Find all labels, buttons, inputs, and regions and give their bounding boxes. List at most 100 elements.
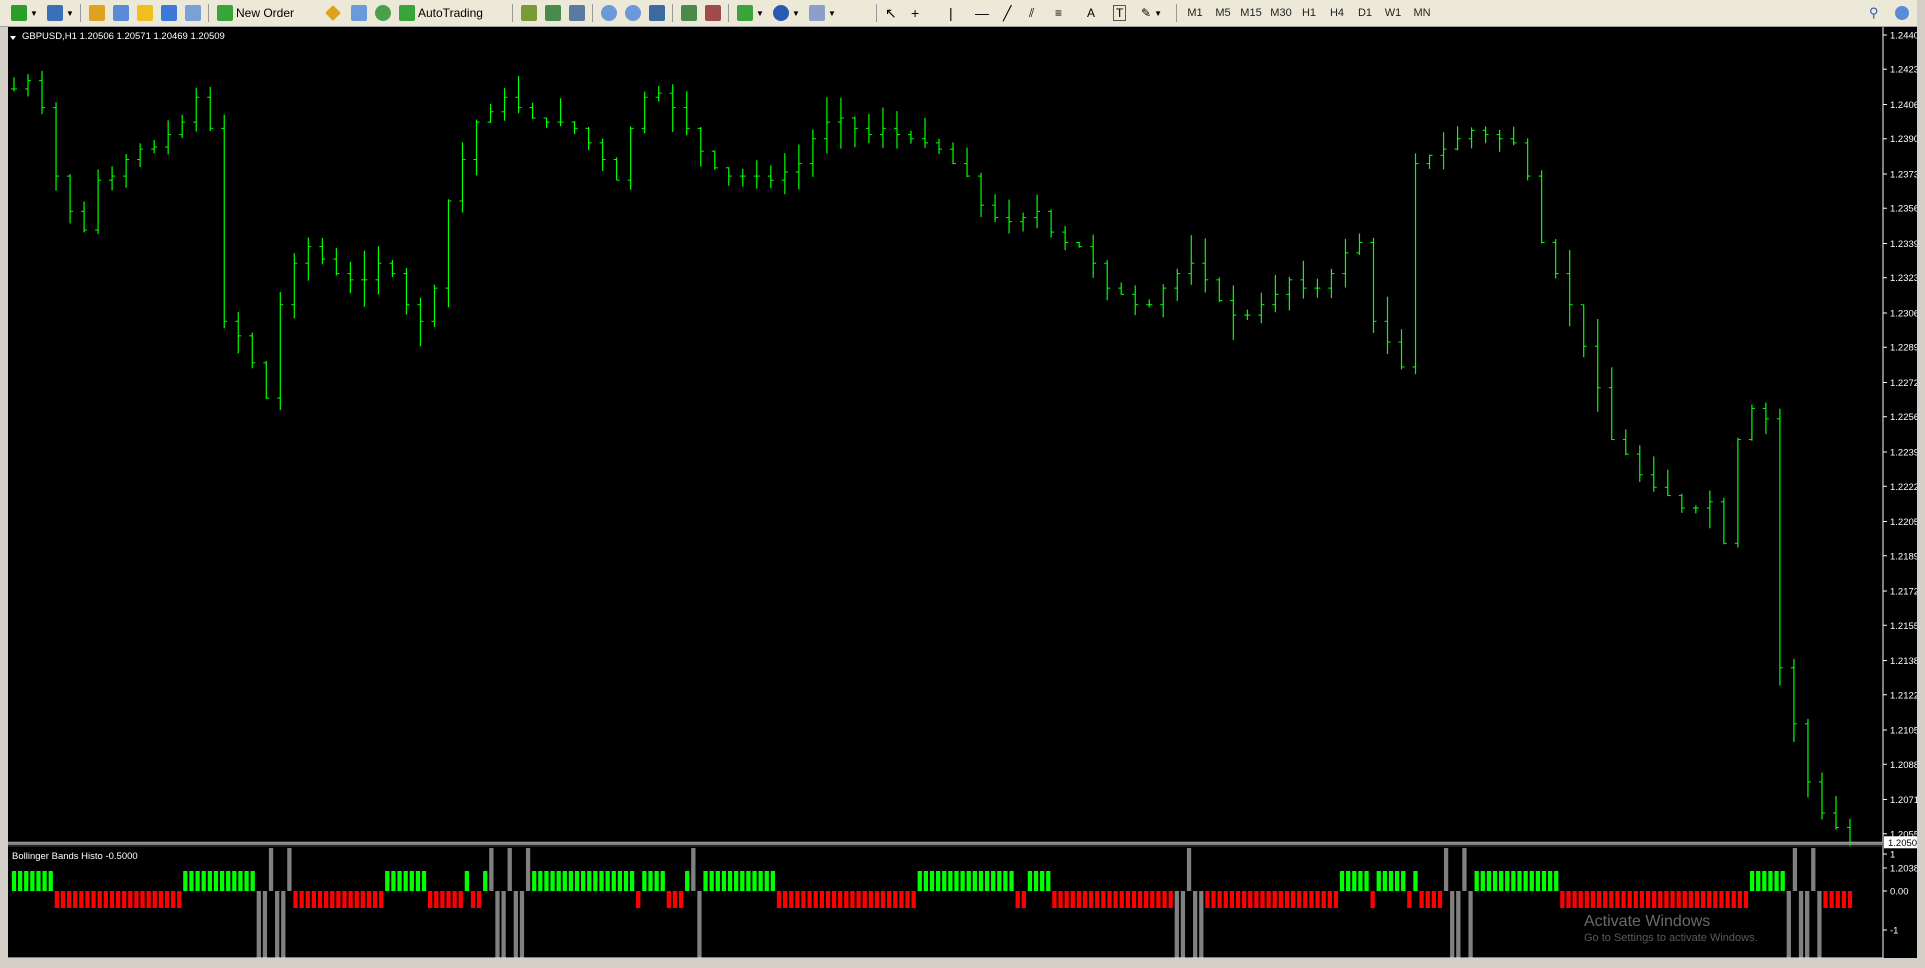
data-window-button[interactable] [110, 3, 132, 23]
histogram-bar-neutral [1805, 891, 1810, 958]
histogram-bar-down [85, 891, 90, 908]
histogram-bar-up [421, 871, 427, 891]
chart-shift-button[interactable] [678, 3, 700, 23]
histogram-bar-down [134, 891, 139, 908]
candlestick-button[interactable] [542, 3, 564, 23]
histogram-bar-down [440, 891, 445, 908]
histogram-bar-up [1554, 871, 1559, 891]
indicators-button[interactable]: ▼ [734, 3, 767, 23]
text-label-button[interactable]: T [1110, 3, 1129, 23]
templates-icon [809, 5, 825, 21]
timeframe-h4-button[interactable]: H4 [1326, 4, 1348, 22]
text-icon: A [1087, 6, 1096, 20]
timeframe-m5-button[interactable]: M5 [1212, 4, 1234, 22]
histogram-bar-up [617, 871, 623, 891]
histogram-bar-neutral [1174, 891, 1179, 958]
histogram-bar-up [997, 871, 1002, 891]
text-button[interactable]: A [1084, 3, 1098, 23]
histogram-bar-down [856, 891, 861, 908]
chart-window[interactable]: 1.24400 1.24235 1.24065 1.23900 1.23730 1.235… [8, 27, 1925, 968]
histogram-bar-down [1841, 891, 1847, 908]
auto-scroll-button[interactable] [702, 3, 724, 23]
histogram-bar-up [1358, 871, 1363, 891]
histogram-bar-up [409, 871, 414, 891]
timeframe-mn-button[interactable]: MN [1410, 4, 1434, 22]
autotrading-button[interactable]: AutoTrading [396, 3, 486, 23]
horizontal-line-button[interactable]: — [972, 3, 992, 23]
histogram-bar-up [201, 871, 206, 891]
timeframe-w1-button[interactable]: W1 [1382, 4, 1404, 22]
market-watch-button[interactable] [86, 3, 108, 23]
cursor-button[interactable]: ↖ [882, 3, 900, 23]
histogram-bar-down [1070, 891, 1075, 908]
timeframe-m30-button[interactable]: M30 [1268, 4, 1294, 22]
indicators-icon [737, 5, 753, 21]
clock-icon [773, 5, 789, 21]
histogram-bar-down [311, 891, 317, 908]
arrows-button[interactable]: ✎ ▼ [1138, 3, 1165, 23]
vertical-line-button[interactable]: | [946, 3, 956, 23]
histogram-bar-down [819, 891, 824, 908]
histogram-bar-up [17, 871, 23, 891]
histogram-bar-neutral [1186, 848, 1192, 891]
histogram-bar-down [887, 891, 892, 908]
histogram-bar-neutral [1798, 891, 1804, 958]
strategy-tester-button[interactable] [182, 3, 204, 23]
histogram-bar-up [1517, 871, 1522, 891]
histogram-bar-up [36, 871, 41, 891]
terminal-button[interactable] [158, 3, 180, 23]
line-chart-button[interactable] [566, 3, 588, 23]
market-button[interactable] [372, 3, 394, 23]
zoom-in-button[interactable] [598, 3, 620, 23]
histogram-bar-down [1021, 891, 1026, 908]
timeframe-h1-button[interactable]: H1 [1298, 4, 1320, 22]
histogram-bar-down [1829, 891, 1834, 908]
histogram-bar-up [960, 871, 965, 891]
signals-button[interactable] [348, 3, 370, 23]
histogram-bar-up [1499, 871, 1504, 891]
account-button[interactable] [1892, 3, 1912, 23]
new-order-button[interactable]: New Order [214, 3, 297, 23]
arrows-icon: ✎ [1141, 6, 1152, 20]
templates-button[interactable]: ▼ [806, 3, 839, 23]
equidistant-channel-button[interactable]: ⫽ [1026, 3, 1037, 23]
zoom-out-button[interactable] [622, 3, 644, 23]
tile-windows-button[interactable] [646, 3, 668, 23]
histogram-bar-down [1168, 891, 1173, 908]
indicator-axis-label: 1 [1890, 850, 1895, 861]
histogram-bar-down [1847, 891, 1853, 908]
histogram-bar-up [1511, 871, 1516, 891]
profiles-button[interactable]: ▼ [44, 3, 77, 23]
search-button[interactable]: ⚲ [1866, 3, 1882, 23]
histogram-bar-down [1560, 891, 1565, 908]
crosshair-icon: + [911, 5, 920, 21]
histogram-bar-up [244, 871, 249, 891]
navigator-button[interactable] [134, 3, 156, 23]
timeframe-m1-button[interactable]: M1 [1184, 4, 1206, 22]
new-chart-button[interactable]: ▼ [8, 3, 41, 23]
histogram-bar-down [844, 891, 849, 908]
globe-icon [375, 5, 391, 21]
histogram-bar-down [146, 891, 151, 908]
histogram-bar-up [1352, 871, 1357, 891]
auto-scroll-icon [705, 5, 721, 21]
bar-chart-button[interactable] [518, 3, 540, 23]
timeframe-m15-button[interactable]: M15 [1238, 4, 1264, 22]
periods-button[interactable]: ▼ [770, 3, 803, 23]
histogram-bar-down [1290, 891, 1296, 908]
histogram-bar-down [1229, 891, 1235, 908]
histogram-bar-down [874, 891, 880, 908]
price-chart[interactable]: 1.244001.242351.240651.239001.237301.235… [8, 27, 1925, 968]
histogram-bar-up [415, 871, 421, 891]
metaeditor-button[interactable] [322, 3, 344, 23]
histogram-bars [11, 848, 1853, 958]
fibonacci-button[interactable]: ≡ [1052, 3, 1065, 23]
histogram-bar-neutral [1199, 891, 1204, 958]
trendline-button[interactable]: ╱ [1000, 3, 1014, 23]
histogram-bar-down [1052, 891, 1057, 908]
chart-shift-icon [681, 5, 697, 21]
histogram-bar-down [807, 891, 812, 908]
chevron-down-icon[interactable] [10, 36, 16, 40]
timeframe-d1-button[interactable]: D1 [1354, 4, 1376, 22]
crosshair-button[interactable]: + [908, 3, 922, 23]
